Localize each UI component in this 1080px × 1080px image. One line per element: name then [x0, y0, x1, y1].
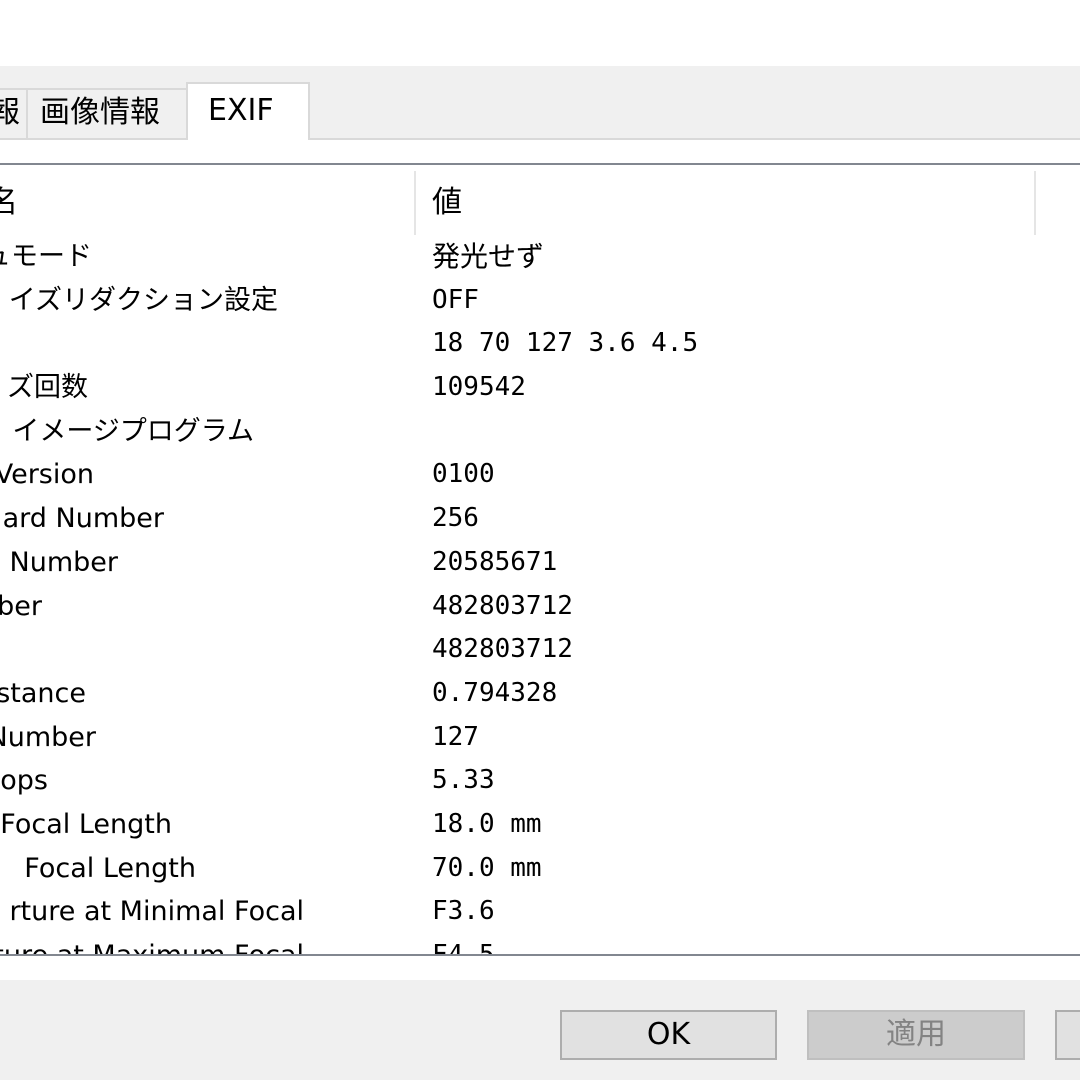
list-rows: ュモード 発光せずイズリダクション設定 OFF 18 70 127 3.6 4.5 ズ回… — [0, 235, 1080, 956]
tab-image-info-label: 画像情報 — [40, 95, 160, 130]
row-value: 70.0 mm — [432, 852, 542, 883]
row-value: 18.0 mm — [432, 808, 542, 839]
row-value: OFF — [432, 284, 479, 315]
row-value: F3.6 — [432, 896, 495, 927]
row-name: Focal Length — [0, 808, 172, 840]
table-row[interactable]: Number 127 — [0, 716, 1080, 760]
tab-partial[interactable]: 報 — [0, 88, 28, 138]
table-row[interactable]: イメージプログラム — [0, 410, 1080, 454]
list-header: 名 値 — [0, 165, 1080, 235]
row-name: ズ回数 — [7, 372, 88, 404]
ok-button[interactable]: OK — [560, 1010, 777, 1060]
row-value: 256 — [432, 503, 479, 534]
table-row[interactable]: ard Number 256 — [0, 497, 1080, 541]
row-value: 482803712 — [432, 634, 573, 665]
table-row[interactable]: ュモード 発光せず — [0, 235, 1080, 279]
row-name: stance — [0, 677, 86, 709]
row-value: 5.33 — [432, 765, 495, 796]
row-value: 18 70 127 3.6 4.5 — [432, 328, 699, 359]
row-value: 0100 — [432, 459, 495, 490]
row-name: rture at Maximum Focal — [0, 940, 304, 956]
apply-button[interactable]: 適用 — [807, 1010, 1025, 1060]
table-row[interactable]: rture at Maximum Focal F4.5 — [0, 934, 1080, 956]
tab-partial-label: 報 — [0, 95, 20, 130]
table-row[interactable]: Focal Length 70.0 mm — [0, 847, 1080, 891]
row-name: イメージプログラム — [12, 415, 254, 447]
row-value: 482803712 — [432, 590, 573, 621]
table-row[interactable]: Version 0100 — [0, 453, 1080, 497]
column-separator[interactable] — [414, 171, 416, 235]
table-row[interactable]: rture at Minimal Focal F3.6 — [0, 890, 1080, 934]
row-value: 109542 — [432, 372, 526, 403]
table-row[interactable]: stance 0.794328 — [0, 672, 1080, 716]
row-name: rture at Minimal Focal — [9, 896, 304, 928]
table-row[interactable]: ズ回数 109542 — [0, 366, 1080, 410]
column-separator[interactable] — [1034, 171, 1036, 235]
table-row[interactable]: イズリダクション設定 OFF — [0, 279, 1080, 323]
row-value: 20585671 — [432, 546, 558, 577]
tab-image-info[interactable]: 画像情報 — [26, 88, 188, 138]
row-value: 発光せず — [432, 240, 545, 273]
table-row[interactable]: 482803712 — [0, 628, 1080, 672]
title-bar — [0, 0, 1080, 66]
row-value: F4.5 — [432, 940, 495, 956]
row-value: 127 — [432, 721, 479, 752]
row-name: Version — [0, 459, 94, 491]
column-header-value[interactable]: 値 — [432, 165, 462, 235]
table-row[interactable]: ops 5.33 — [0, 759, 1080, 803]
table-row[interactable]: Focal Length 18.0 mm — [0, 803, 1080, 847]
row-value: 0.794328 — [432, 677, 558, 708]
row-name: ュモード — [0, 241, 92, 272]
tab-exif[interactable]: EXIF — [186, 82, 310, 140]
table-row[interactable]: 18 70 127 3.6 4.5 — [0, 322, 1080, 366]
row-name: ber — [0, 590, 42, 622]
row-name: Number — [0, 546, 118, 578]
table-row[interactable]: Number 20585671 — [0, 541, 1080, 585]
exif-list-view[interactable]: 名 値 ュモード 発光せずイズリダクション設定 OFF 18 70 127 3.6 4… — [0, 163, 1080, 956]
tab-exif-label: EXIF — [208, 93, 274, 128]
row-name: イズリダクション設定 — [8, 284, 278, 316]
cancel-button[interactable] — [1055, 1010, 1080, 1060]
row-name: Number — [0, 721, 96, 753]
row-name: Focal Length — [15, 852, 196, 884]
row-name: ops — [0, 765, 48, 797]
table-row[interactable]: ber 482803712 — [0, 585, 1080, 629]
column-header-name[interactable]: 名 — [0, 165, 18, 235]
row-name: ard Number — [2, 503, 164, 535]
